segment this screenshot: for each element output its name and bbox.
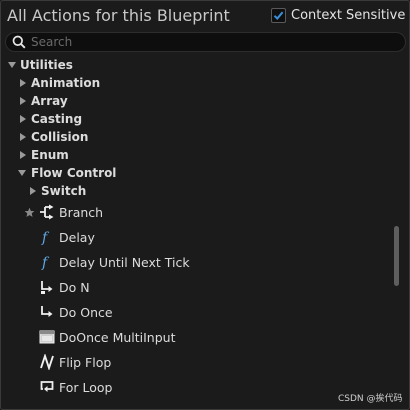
category-switch[interactable]: Switch — [30, 182, 86, 200]
expand-arrow-icon[interactable] — [18, 170, 26, 176]
category-casting[interactable]: Casting — [20, 110, 82, 128]
collapse-arrow-icon[interactable] — [30, 187, 36, 195]
star-icon[interactable] — [24, 207, 35, 218]
action-item-delay[interactable]: f Delay — [39, 226, 95, 248]
function-icon: f — [39, 229, 55, 245]
context-sensitive-toggle[interactable]: Context Sensitive — [271, 8, 410, 23]
collapse-arrow-icon[interactable] — [20, 133, 26, 141]
function-icon: f — [39, 254, 55, 270]
collapse-arrow-icon[interactable] — [20, 97, 26, 105]
category-utilities[interactable]: Utilities — [8, 56, 73, 74]
svg-text:f: f — [41, 255, 50, 270]
action-label: Branch — [59, 204, 104, 220]
watermark: CSDN @挨代码 — [338, 394, 403, 404]
category-flow-control[interactable]: Flow Control — [18, 164, 116, 182]
do-n-icon — [39, 279, 55, 295]
expand-arrow-icon[interactable] — [8, 62, 16, 68]
category-label: Array — [31, 94, 68, 108]
category-label: Flow Control — [31, 166, 117, 180]
category-array[interactable]: Array — [20, 92, 68, 110]
search-bar[interactable] — [5, 32, 406, 52]
category-animation[interactable]: Animation — [20, 74, 100, 92]
category-label: Switch — [41, 184, 87, 198]
category-label: Casting — [31, 112, 83, 126]
action-label: For Loop — [59, 379, 113, 395]
action-item-delay-until-next-tick[interactable]: f Delay Until Next Tick — [39, 251, 190, 273]
collapse-arrow-icon[interactable] — [20, 115, 26, 123]
search-input[interactable] — [31, 33, 391, 51]
action-label: Delay — [59, 229, 95, 245]
category-label: Enum — [31, 148, 69, 162]
svg-text:f: f — [41, 230, 50, 245]
multi-input-icon — [39, 329, 55, 345]
action-label: Delay Until Next Tick — [59, 254, 190, 270]
action-item-flip-flop[interactable]: Flip Flop — [39, 351, 111, 373]
loop-icon — [39, 379, 55, 395]
action-tree: Utilities Animation Array Casting Collis… — [0, 56, 395, 406]
action-item-do-n[interactable]: Do N — [39, 276, 90, 298]
action-label: Flip Flop — [59, 354, 112, 370]
action-label: Do N — [59, 279, 90, 295]
panel-title: All Actions for this Blueprint — [7, 6, 230, 25]
flip-flop-icon — [39, 354, 55, 370]
action-label: Do Once — [59, 304, 113, 320]
context-sensitive-checkbox[interactable] — [271, 8, 286, 23]
search-icon — [12, 35, 26, 49]
action-item-for-loop[interactable]: For Loop — [39, 376, 112, 398]
category-label: Utilities — [20, 58, 73, 72]
category-label: Collision — [31, 130, 89, 144]
category-label: Animation — [31, 76, 101, 90]
vertical-scrollbar[interactable] — [394, 226, 399, 286]
panel-header: All Actions for this Blueprint Context S… — [0, 0, 410, 32]
checkmark-icon — [273, 11, 284, 20]
branch-icon — [39, 204, 55, 220]
collapse-arrow-icon[interactable] — [20, 151, 26, 159]
action-item-branch[interactable]: Branch — [24, 201, 103, 223]
do-once-icon — [39, 304, 55, 320]
action-label: DoOnce MultiInput — [59, 329, 176, 345]
action-item-do-once[interactable]: Do Once — [39, 301, 113, 323]
context-sensitive-label: Context Sensitive — [291, 8, 406, 23]
category-collision[interactable]: Collision — [20, 128, 88, 146]
category-enum[interactable]: Enum — [20, 146, 69, 164]
action-item-doonce-multiinput[interactable]: DoOnce MultiInput — [39, 326, 176, 348]
collapse-arrow-icon[interactable] — [20, 79, 26, 87]
